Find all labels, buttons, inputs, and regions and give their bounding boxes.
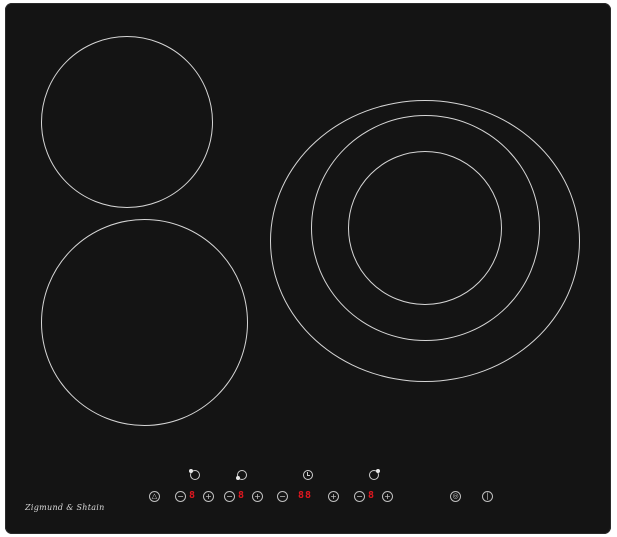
brand-logo: Zigmund & Shtain	[25, 503, 105, 512]
timer-plus-button[interactable]: +	[328, 491, 339, 502]
zone-1-minus-button[interactable]: −	[175, 491, 186, 502]
zone-2-plus-button[interactable]: +	[252, 491, 263, 502]
cooking-zone-rear-left	[41, 36, 213, 208]
zone-marker-dot	[189, 469, 193, 473]
multi-zone-icon[interactable]: ◎	[450, 491, 461, 502]
zone-marker-dot	[376, 469, 380, 473]
zone-2-minus-button[interactable]: −	[224, 491, 235, 502]
zone-right-icon	[369, 469, 380, 480]
zone-3-plus-button[interactable]: +	[382, 491, 393, 502]
zone-1-display: 8	[189, 490, 197, 501]
cooktop-glass-panel: △ − 8 + − 8 + − 88 + − 8 + ◎ | Zigmund &…	[5, 3, 611, 534]
zone-3-minus-button[interactable]: −	[354, 491, 365, 502]
zone-1-plus-button[interactable]: +	[203, 491, 214, 502]
timer-minus-button[interactable]: −	[277, 491, 288, 502]
zone-3-display: 8	[368, 490, 376, 501]
timer-icon	[303, 470, 313, 480]
lock-icon[interactable]: △	[149, 491, 160, 502]
cooking-zone-front-left	[41, 219, 248, 426]
cooking-zone-right-inner-ring	[348, 151, 502, 305]
zone-2-display: 8	[238, 490, 246, 501]
zone-front-left-icon	[236, 470, 247, 480]
zone-marker-dot	[236, 476, 240, 480]
power-icon[interactable]: |	[482, 491, 493, 502]
zone-rear-left-icon	[189, 469, 200, 480]
timer-display: 88	[298, 490, 313, 501]
